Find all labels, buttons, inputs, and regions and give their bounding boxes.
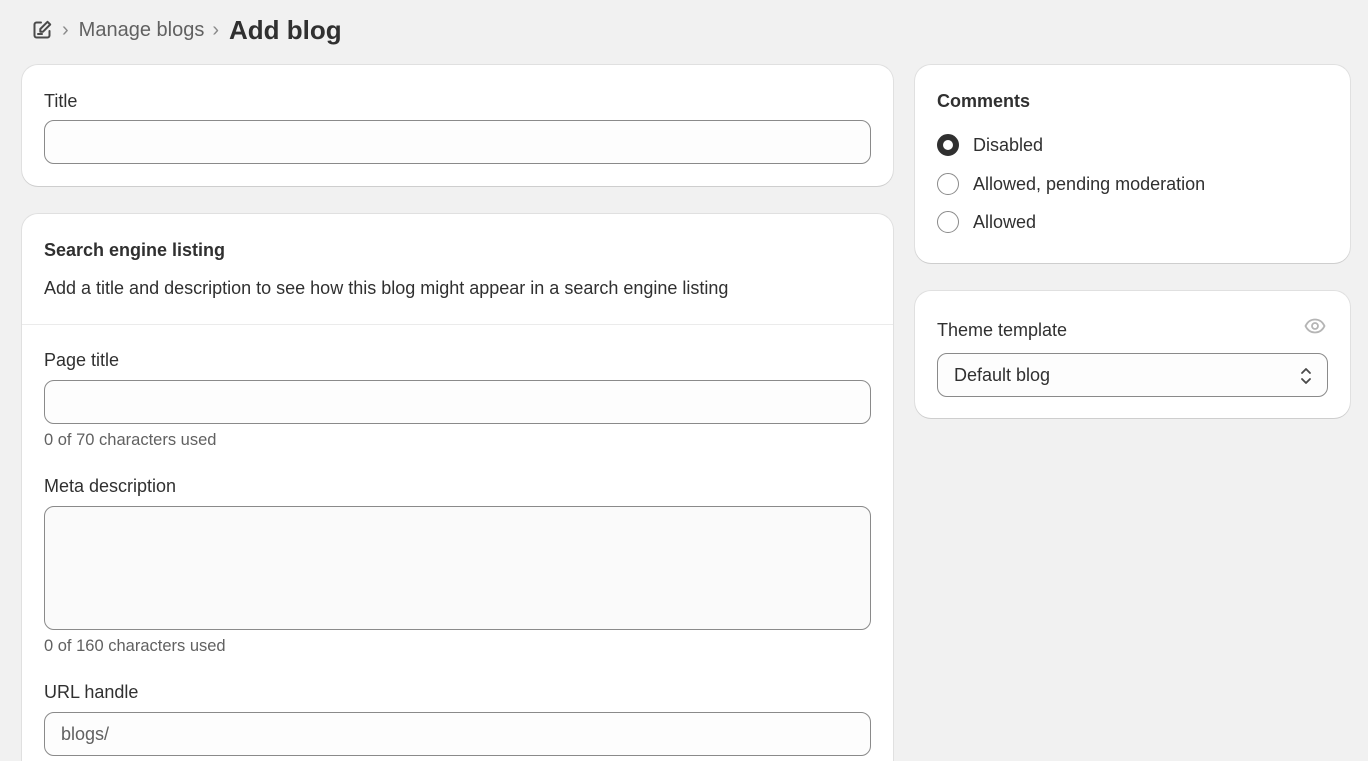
comments-option-allowed-pending[interactable]: Allowed, pending moderation	[937, 172, 1205, 196]
page-title-input[interactable]	[44, 380, 871, 424]
theme-template-select[interactable]: Default blog	[937, 353, 1328, 397]
seo-heading: Search engine listing	[44, 240, 226, 260]
comments-option-allowed[interactable]: Allowed	[937, 210, 1036, 234]
select-chevron-icon	[1299, 365, 1313, 387]
breadcrumb-separator: ›	[62, 19, 69, 41]
eye-icon[interactable]	[1304, 317, 1326, 335]
url-handle-label: URL handle	[44, 682, 139, 702]
radio-label: Allowed, pending moderation	[973, 173, 1206, 194]
comments-heading: Comments	[937, 91, 1031, 111]
title-input[interactable]	[44, 120, 871, 164]
theme-template-card: Theme template Default blog	[915, 291, 1350, 418]
theme-template-selected: Default blog	[954, 365, 1051, 385]
radio-button[interactable]	[937, 134, 959, 156]
breadcrumb-link-manage-blogs[interactable]: Manage blogs	[79, 19, 205, 42]
url-handle-input[interactable]: blogs/	[44, 712, 871, 756]
comments-option-disabled[interactable]: Disabled	[937, 133, 1043, 157]
radio-button[interactable]	[937, 173, 959, 195]
radio-label: Disabled	[973, 134, 1044, 155]
url-handle-prefix: blogs/	[61, 724, 110, 744]
edit-document-icon[interactable]	[30, 18, 54, 42]
comments-card: Comments Disabled Allowed, pending moder…	[915, 65, 1350, 263]
page-title-label: Page title	[44, 350, 120, 370]
title-label: Title	[44, 91, 78, 111]
meta-description-textarea[interactable]	[44, 506, 871, 630]
page-title: Add blog	[229, 14, 342, 45]
theme-template-label: Theme template	[937, 320, 1068, 340]
radio-label: Allowed	[973, 211, 1037, 232]
meta-description-hint: 0 of 160 characters used	[44, 637, 226, 655]
radio-button[interactable]	[937, 211, 959, 233]
breadcrumb-separator: ›	[212, 19, 219, 41]
page-title-hint: 0 of 70 characters used	[44, 431, 217, 449]
seo-description: Add a title and description to see how t…	[44, 278, 729, 298]
meta-description-label: Meta description	[44, 476, 177, 496]
search-engine-listing-card: Search engine listing Add a title and de…	[22, 214, 893, 761]
title-card: Title	[22, 65, 893, 186]
seo-divider	[22, 324, 893, 325]
breadcrumb: › Manage blogs › Add blog	[30, 14, 342, 46]
